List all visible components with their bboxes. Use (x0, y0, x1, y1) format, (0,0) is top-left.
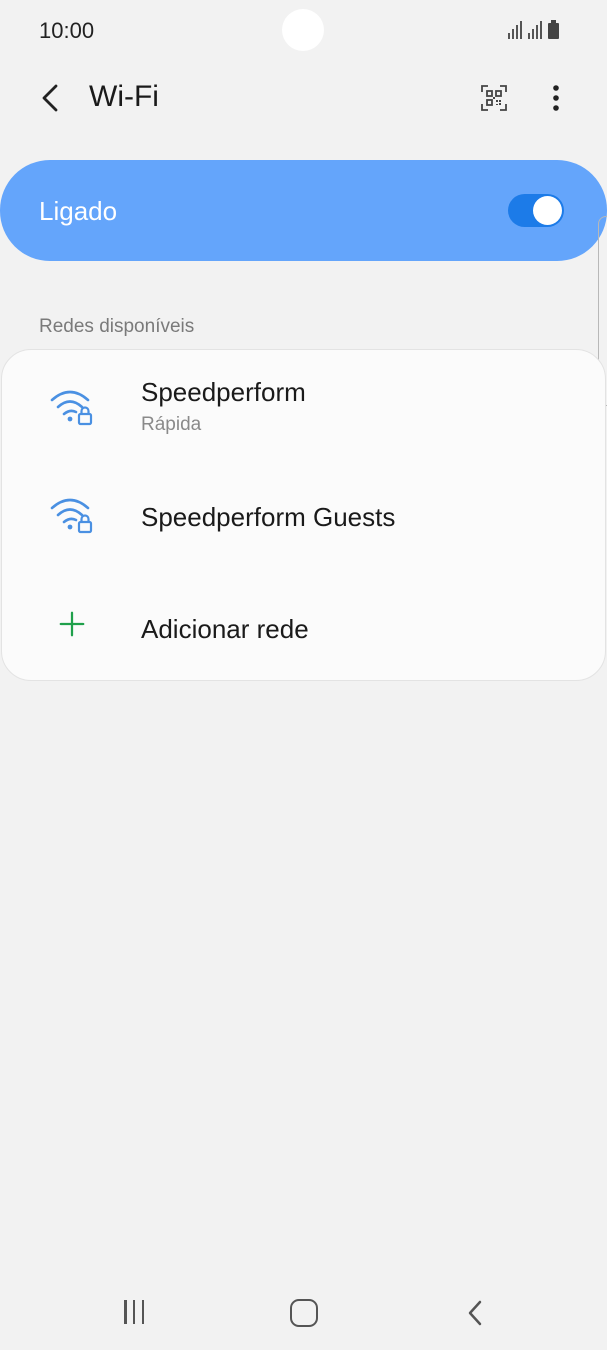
signal-icon-sim1 (508, 21, 522, 39)
toggle-knob (533, 196, 562, 225)
plus-icon (59, 611, 85, 637)
back-button[interactable] (30, 78, 70, 118)
chevron-left-icon (42, 84, 58, 112)
page-title: Wi-Fi (89, 80, 159, 113)
master-switch-label: Ligado (39, 196, 118, 226)
recents-icon (124, 1300, 127, 1324)
battery-icon (548, 20, 559, 39)
nav-back-button[interactable] (458, 1296, 492, 1330)
add-network-item[interactable]: Adicionar rede (2, 580, 607, 680)
status-bar: 10:00 (0, 0, 607, 64)
home-button[interactable] (290, 1299, 318, 1327)
more-vertical-icon (553, 85, 559, 111)
more-options-button[interactable] (536, 76, 576, 120)
available-networks-header: Redes disponíveis (39, 316, 195, 337)
network-speed: Rápida (141, 414, 202, 435)
status-icons (508, 20, 559, 39)
wifi-lock-icon (50, 390, 93, 426)
network-item-speedperform-guests[interactable]: Speedperform Guests (2, 484, 607, 580)
network-list: Speedperform Rápida Speedperform Guests (1, 349, 606, 681)
wifi-toggle[interactable] (508, 194, 564, 227)
qr-scan-icon (481, 85, 507, 111)
network-item-speedperform[interactable]: Speedperform Rápida (2, 350, 607, 484)
add-network-label: Adicionar rede (141, 614, 309, 644)
status-time: 10:00 (39, 18, 95, 43)
back-arrow-icon (468, 1300, 482, 1326)
network-name: Speedperform Guests (141, 502, 396, 532)
qr-code-button[interactable] (472, 76, 516, 120)
recents-button[interactable] (118, 1298, 150, 1328)
navigation-bar (0, 1280, 607, 1350)
signal-icon-sim2 (528, 21, 542, 39)
wifi-lock-icon (50, 498, 93, 534)
wifi-settings-screen: 10:00 Wi-Fi Ligado Redes disponíveis Spe… (0, 0, 607, 1350)
camera-cutout (282, 9, 324, 51)
network-name: Speedperform (141, 377, 306, 407)
app-bar: Wi-Fi (0, 64, 607, 130)
